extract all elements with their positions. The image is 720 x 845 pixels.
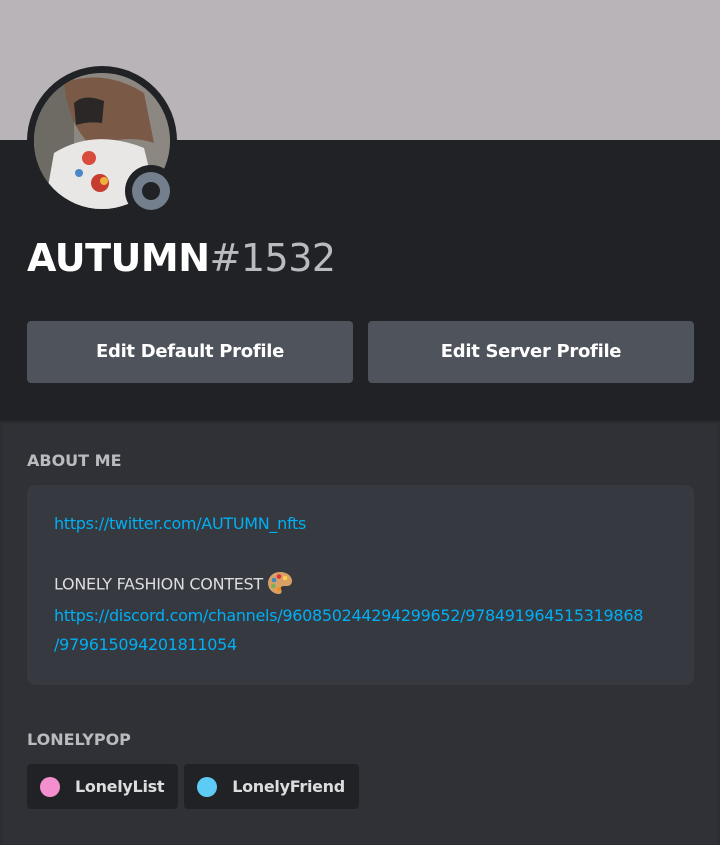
edit-server-profile-button[interactable]: Edit Server Profile (368, 321, 694, 383)
role-label: LonelyFriend (232, 777, 345, 796)
discord-link-continued[interactable]: /979615094201811054 (54, 635, 237, 654)
role-color-dot (40, 776, 60, 797)
profile-username: AUTUMN#1532 (27, 236, 336, 280)
contest-line: LONELY FASHION CONTEST (54, 572, 293, 597)
discord-link[interactable]: https://discord.com/channels/96085024429… (54, 606, 643, 625)
role-pill-lonelyfriend[interactable]: LonelyFriend (184, 764, 359, 809)
role-pill-lonelylist[interactable]: LonelyList (27, 764, 179, 809)
artist-palette-icon (267, 572, 292, 594)
about-me-heading: ABOUT ME (27, 451, 122, 470)
role-color-dot (197, 776, 218, 797)
edit-default-profile-button[interactable]: Edit Default Profile (27, 321, 353, 383)
about-me-box: https://twitter.com/AUTUMN_nfts LONELY F… (27, 485, 694, 685)
discriminator-text: #1532 (209, 236, 337, 280)
username-text: AUTUMN (27, 236, 210, 280)
roles-heading: LONELYPOP (27, 730, 131, 749)
role-label: LonelyList (75, 777, 165, 796)
status-indicator (125, 165, 177, 217)
contest-text: LONELY FASHION CONTEST (54, 574, 263, 594)
offline-status-icon (132, 172, 170, 210)
twitter-link[interactable]: https://twitter.com/AUTUMN_nfts (54, 514, 306, 533)
role-list: LonelyList LonelyFriend (27, 764, 359, 809)
